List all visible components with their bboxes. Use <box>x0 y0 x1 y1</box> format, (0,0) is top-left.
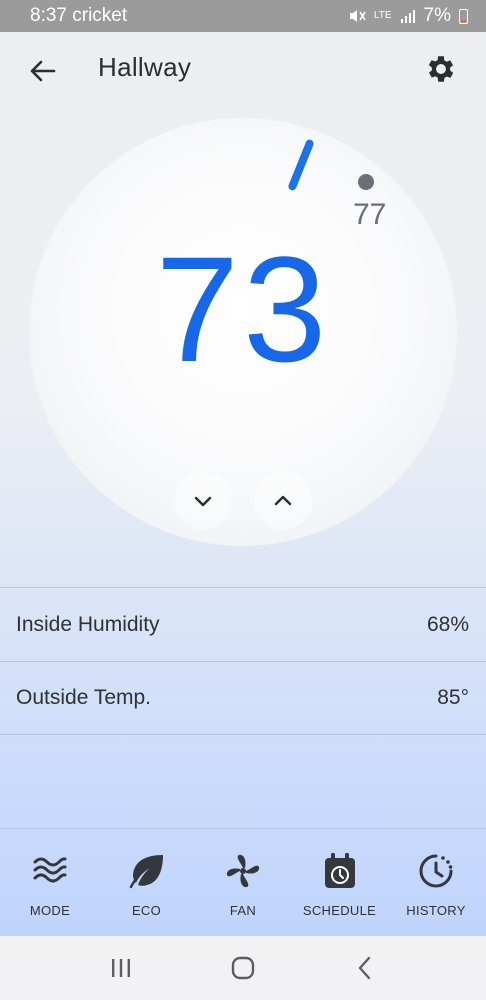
page-title: Hallway <box>98 52 192 82</box>
outside-temp-value: 85° <box>437 686 469 709</box>
nav-fan[interactable]: FAN <box>195 829 291 936</box>
humidity-label: Inside Humidity <box>16 612 160 636</box>
leaf-icon <box>127 851 167 891</box>
app-header: Hallway <box>0 32 486 108</box>
recents-button[interactable] <box>101 948 141 988</box>
signal-icon <box>400 10 415 23</box>
nav-history-label: HISTORY <box>406 903 466 918</box>
ambient-marker <box>358 174 374 190</box>
ambient-temp: 77 <box>353 198 387 231</box>
arrow-left-icon <box>30 60 56 82</box>
battery-percent: 7% <box>423 5 451 26</box>
settings-button[interactable] <box>424 52 458 86</box>
recents-icon <box>112 959 130 977</box>
waves-icon <box>30 851 70 891</box>
nav-schedule[interactable]: SCHEDULE <box>292 829 388 936</box>
humidity-row: Inside Humidity 68% <box>0 587 486 661</box>
chevron-up-icon <box>274 495 292 506</box>
decrease-temp-button[interactable] <box>174 472 232 530</box>
nav-fan-label: FAN <box>229 903 257 918</box>
nav-schedule-label: SCHEDULE <box>302 903 377 918</box>
nav-eco[interactable]: ECO <box>99 829 195 936</box>
outside-temp-label: Outside Temp. <box>16 686 152 709</box>
back-chevron-icon <box>358 956 371 980</box>
target-temp: 73 <box>155 225 331 393</box>
system-back-button[interactable] <box>345 948 385 988</box>
status-time-carrier: 8:37 cricket <box>30 5 128 26</box>
status-bar: 8:37 cricket LTE 7% <box>0 0 486 32</box>
home-icon <box>231 956 255 980</box>
nav-mode[interactable]: MODE <box>2 829 98 936</box>
chevron-down-icon <box>194 496 212 507</box>
nav-mode-label: MODE <box>29 903 71 918</box>
system-nav-bar <box>0 936 486 1000</box>
nav-eco-label: ECO <box>131 903 162 918</box>
bottom-nav: MODE ECO FAN SCHEDULE HISTORY <box>0 828 486 936</box>
humidity-value: 68% <box>426 612 469 636</box>
history-icon <box>416 851 456 891</box>
nav-history[interactable]: HISTORY <box>388 829 484 936</box>
status-icons: LTE 7% <box>348 5 468 27</box>
calendar-clock-icon <box>320 851 360 891</box>
home-button[interactable] <box>223 948 263 988</box>
back-button[interactable] <box>26 54 60 88</box>
thermostat-dial[interactable]: 77 73 <box>29 118 457 546</box>
gear-icon <box>428 56 454 82</box>
fan-icon <box>223 851 263 891</box>
network-type: LTE <box>373 10 392 21</box>
mute-vibrate-icon <box>349 10 366 22</box>
increase-temp-button[interactable] <box>254 472 312 530</box>
battery-icon <box>459 8 468 24</box>
outside-temp-row: Outside Temp. 85° <box>0 661 486 735</box>
setpoint-marker <box>287 138 315 192</box>
